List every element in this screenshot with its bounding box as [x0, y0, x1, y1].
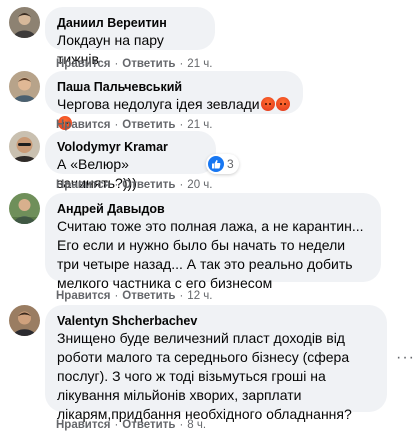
comment-actions: Нравится · Ответить · 21 ч.	[56, 118, 212, 132]
like-link[interactable]: Нравится	[56, 119, 110, 131]
separator: ·	[114, 179, 119, 191]
comment-author[interactable]: Паша Пальчевський	[57, 79, 291, 95]
reply-link[interactable]: Ответить	[122, 119, 175, 131]
timestamp[interactable]: 8 ч.	[187, 419, 206, 431]
avatar[interactable]	[9, 71, 40, 102]
reply-link[interactable]: Ответить	[122, 419, 175, 431]
separator: ·	[114, 419, 119, 431]
timestamp[interactable]: 21 ч.	[187, 58, 212, 70]
like-icon	[208, 156, 224, 172]
like-link[interactable]: Нравится	[56, 58, 110, 70]
avatar[interactable]	[9, 131, 40, 162]
separator: ·	[114, 290, 119, 302]
angry-emoji-icon	[260, 97, 275, 111]
separator: ·	[179, 290, 184, 302]
reply-link[interactable]: Ответить	[122, 58, 175, 70]
comment-actions: Нравится · Ответить · 8 ч.	[56, 418, 206, 432]
separator: ·	[179, 119, 184, 131]
separator: ·	[179, 58, 184, 70]
more-options-icon[interactable]: ···	[396, 349, 415, 367]
separator: ·	[179, 179, 184, 191]
avatar[interactable]	[9, 193, 40, 224]
comment-text: Знищено буде величезний пласт доходів ві…	[57, 330, 354, 422]
comment-bubble: Даниил Вереитин Локдаун на пару тижнів	[45, 7, 215, 67]
angry-emoji-icon	[275, 97, 290, 111]
comment-bubble: Valentyn Shcherbachev Знищено буде велич…	[45, 305, 387, 422]
comment-bubble: Андрей Давыдов Считаю тоже это полная ла…	[45, 193, 381, 291]
like-link[interactable]: Нравится	[56, 290, 110, 302]
reaction-count: 3	[227, 157, 234, 171]
comment-text-content: Чергова недолуга ідея зевлади	[57, 96, 260, 112]
comment-actions: Нравится · Ответить · 21 ч.	[56, 57, 212, 71]
reply-link[interactable]: Ответить	[122, 179, 175, 191]
avatar[interactable]	[9, 7, 40, 38]
comment-author[interactable]: Даниил Вереитин	[57, 15, 203, 31]
comment-bubble: Паша Пальчевський Чергова недолуга ідея …	[45, 71, 303, 130]
comment-author[interactable]: Андрей Давыдов	[57, 201, 369, 217]
separator: ·	[114, 58, 119, 70]
comment-actions: Нравится · Ответить · 20 ч.	[56, 178, 212, 192]
like-link[interactable]: Нравится	[56, 179, 110, 191]
comment-actions: Нравится · Ответить · 12 ч.	[56, 289, 212, 303]
comment-author[interactable]: Volodymyr Kramar	[57, 139, 204, 155]
like-link[interactable]: Нравится	[56, 419, 110, 431]
comment-author[interactable]: Valentyn Shcherbachev	[57, 313, 375, 329]
separator: ·	[179, 419, 184, 431]
timestamp[interactable]: 20 ч.	[187, 179, 212, 191]
separator: ·	[114, 119, 119, 131]
avatar[interactable]	[9, 305, 40, 336]
timestamp[interactable]: 21 ч.	[187, 119, 212, 131]
comment-text: Считаю тоже это полная лажа, а не карант…	[57, 218, 368, 291]
comment-bubble: Volodymyr Kramar А «Велюр» зачинять?)))	[45, 131, 216, 191]
reply-link[interactable]: Ответить	[122, 290, 175, 302]
timestamp[interactable]: 12 ч.	[187, 290, 212, 302]
reaction-badge[interactable]: 3	[206, 154, 239, 174]
